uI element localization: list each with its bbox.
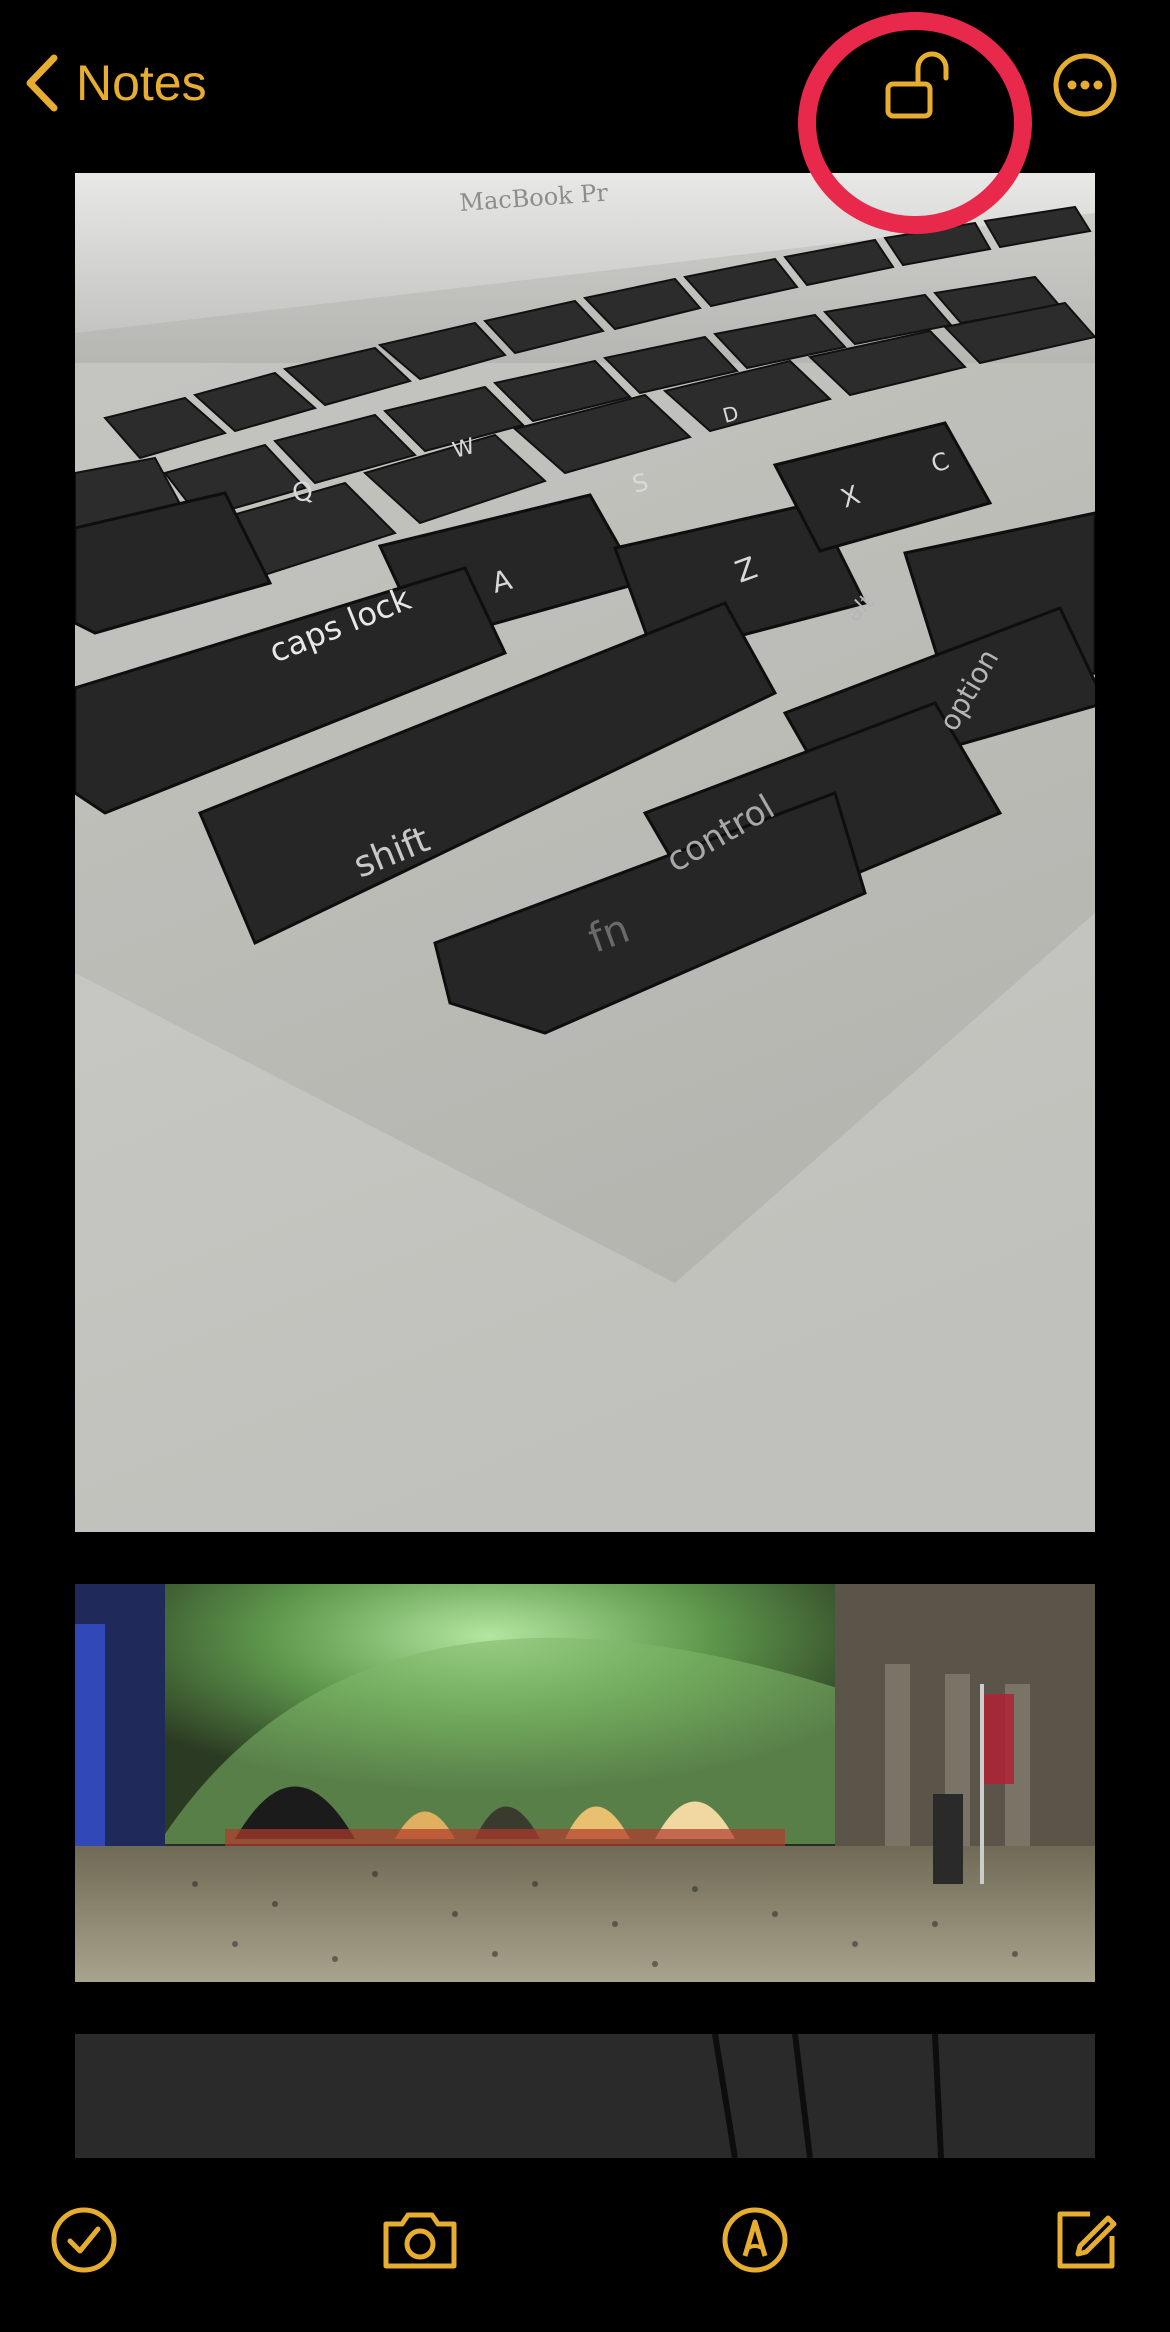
markup-button[interactable] (719, 2204, 791, 2276)
back-label: Notes (76, 55, 207, 111)
camera-button[interactable] (380, 2204, 457, 2276)
checklist-icon (48, 2207, 120, 2280)
more-button[interactable] (1052, 52, 1118, 118)
ellipsis-circle-icon (1052, 53, 1118, 122)
annotation-circle (798, 12, 1032, 234)
notes-screen: Notes MacBook Pr caps lock shift control… (0, 0, 1170, 2332)
station-panorama-photo[interactable] (75, 1584, 1095, 1982)
compose-button[interactable] (1050, 2204, 1122, 2276)
checklist-button[interactable] (48, 2204, 120, 2276)
compose-icon (1050, 2211, 1122, 2280)
keyboard-photo[interactable]: MacBook Pr caps lock shift control optio… (75, 173, 1095, 1532)
dark-partial-photo[interactable] (75, 2034, 1095, 2158)
chevron-left-icon (22, 52, 62, 114)
camera-icon (380, 2212, 460, 2280)
back-button[interactable]: Notes (22, 48, 207, 118)
markup-pen-icon (719, 2207, 791, 2280)
